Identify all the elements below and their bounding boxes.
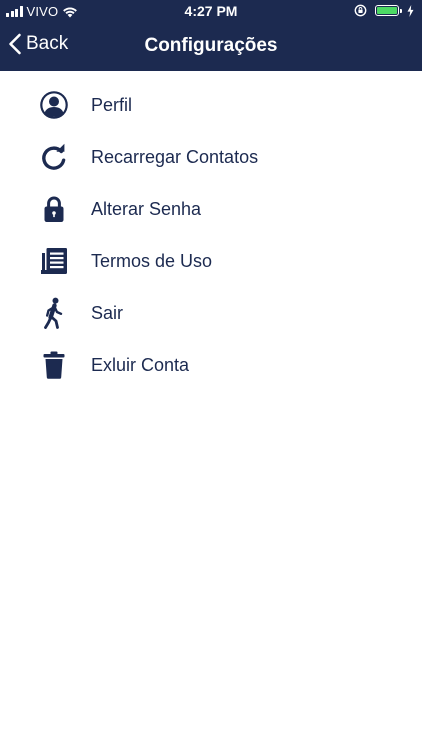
menu-item-label: Termos de Uso bbox=[91, 250, 213, 271]
nav-bar: Back Configurações bbox=[0, 22, 422, 71]
header: VIVO 4:27 PM Back Configurações bbox=[0, 0, 422, 71]
menu-item-recarregar-contatos[interactable]: Recarregar Contatos bbox=[0, 131, 422, 183]
page-title: Configurações bbox=[144, 35, 278, 56]
menu-item-label: Recarregar Contatos bbox=[91, 146, 259, 167]
menu-item-termos-de-uso[interactable]: Termos de Uso bbox=[0, 235, 422, 287]
menu-item-label: Perfil bbox=[91, 94, 133, 115]
trash-icon bbox=[39, 349, 69, 381]
status-bar: VIVO 4:27 PM bbox=[0, 0, 422, 22]
menu-item-sair[interactable]: Sair bbox=[0, 287, 422, 339]
menu-item-perfil[interactable]: Perfil bbox=[0, 79, 422, 131]
walking-person-icon bbox=[39, 297, 69, 329]
status-right bbox=[354, 4, 414, 17]
profile-icon bbox=[39, 89, 69, 121]
menu-item-exluir-conta[interactable]: Exluir Conta bbox=[0, 339, 422, 391]
refresh-icon bbox=[39, 141, 69, 173]
charging-bolt-icon bbox=[407, 4, 414, 17]
menu-item-label: Exluir Conta bbox=[91, 354, 190, 375]
document-icon bbox=[39, 245, 69, 277]
lock-icon bbox=[39, 193, 69, 225]
battery-level bbox=[377, 7, 397, 14]
menu-item-label: Alterar Senha bbox=[91, 198, 202, 219]
orientation-lock-icon bbox=[354, 4, 367, 17]
settings-menu: Perfil Recarregar Contatos Alterar Senha bbox=[0, 79, 422, 391]
battery-icon bbox=[375, 5, 402, 16]
menu-item-alterar-senha[interactable]: Alterar Senha bbox=[0, 183, 422, 235]
menu-item-label: Sair bbox=[91, 302, 124, 323]
